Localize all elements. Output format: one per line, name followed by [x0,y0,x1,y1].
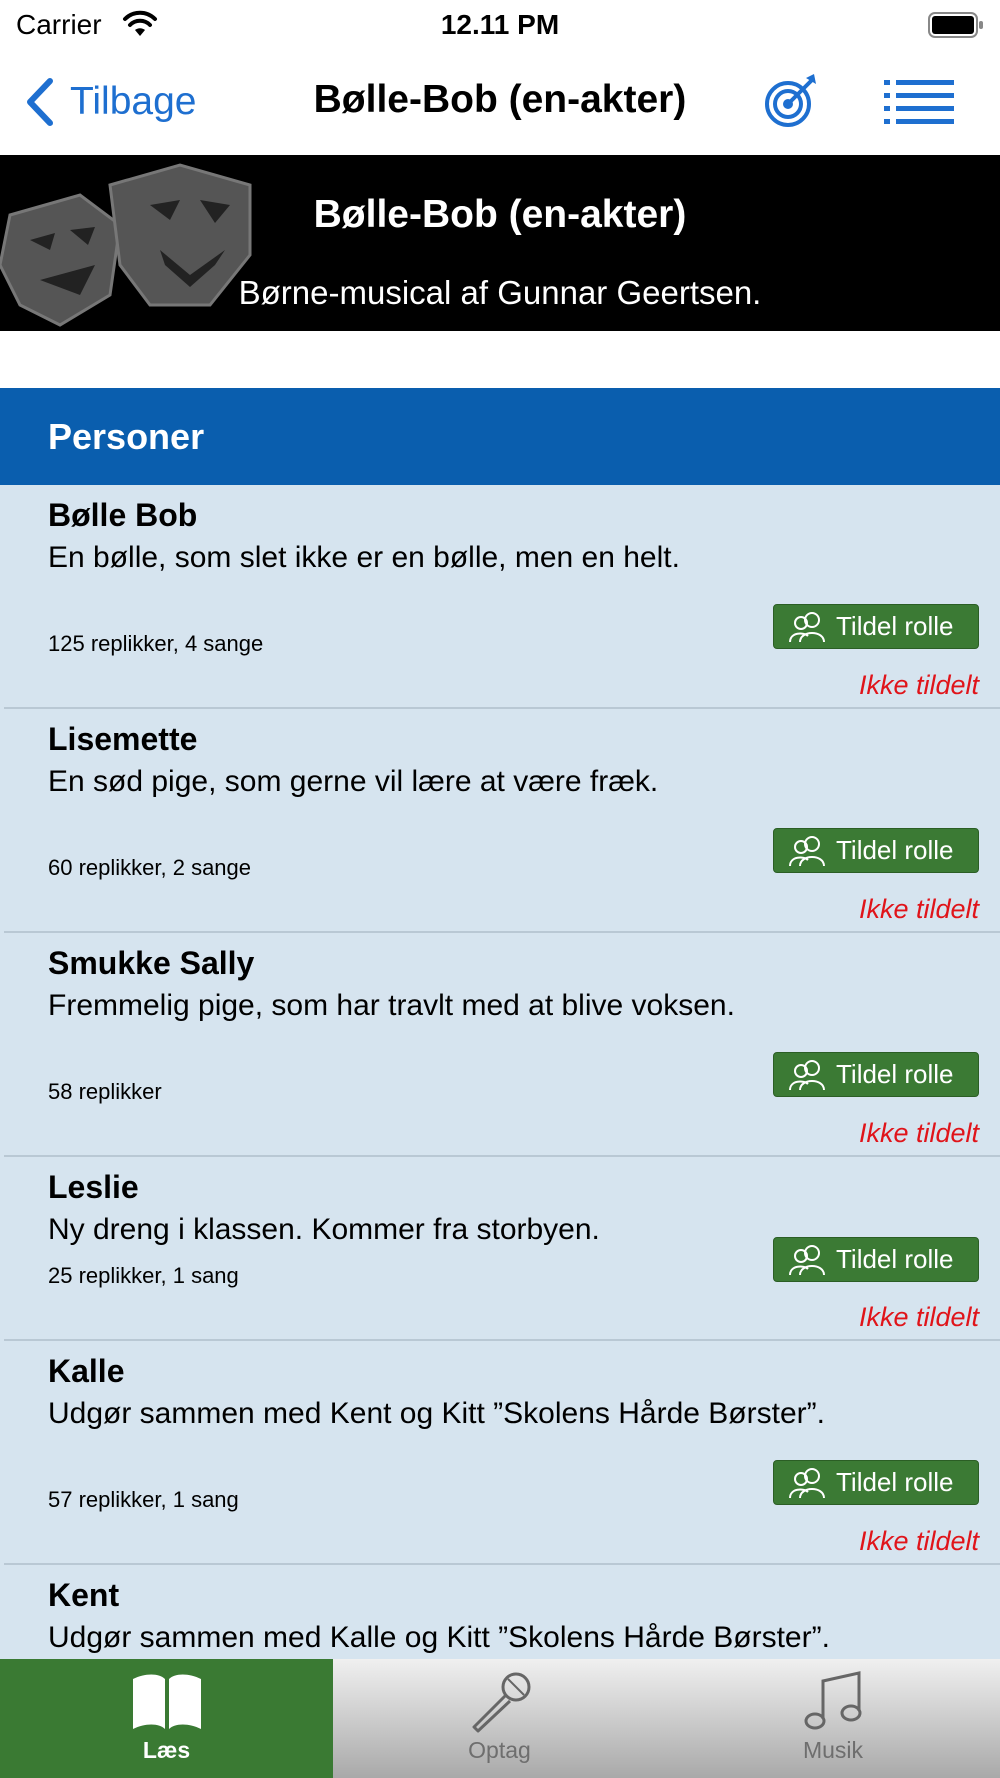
character-name: Smukke Sally [48,945,255,981]
list-icon[interactable] [884,78,954,126]
battery-icon [928,12,983,38]
users-icon [789,611,825,642]
assignment-status: Ikke tildelt [858,1526,979,1556]
list-item[interactable]: Leslie Ny dreng i klassen. Kommer fra st… [0,1157,1000,1341]
tab-label: Læs [142,1737,191,1763]
banner-subtitle: Børne-musical af Gunnar Geertsen. [238,274,762,311]
section-title: Personer [48,416,205,457]
microphone-icon [472,1672,530,1733]
character-stats: 58 replikker [48,1079,162,1104]
play-banner: Bølle-Bob (en-akter) Børne-musical af Gu… [0,155,1000,331]
back-button-label: Tilbage [70,80,197,123]
assignment-status: Ikke tildelt [858,670,979,700]
assign-role-button[interactable]: Tildel rolle [773,1237,979,1282]
status-bar: Carrier 12.11 PM [0,0,1000,52]
list-item[interactable]: Kalle Udgør sammen med Kent og Kitt ”Sko… [0,1341,1000,1565]
list-item[interactable]: Smukke Sally Fremmelig pige, som har tra… [0,933,1000,1157]
book-icon [132,1674,201,1729]
character-description: Fremmelig pige, som har travlt med at bl… [48,989,735,1022]
status-time: 12.11 PM [440,9,560,40]
tab-label: Optag [468,1737,531,1763]
banner-title: Bølle-Bob (en-akter) [313,193,687,236]
tab-read[interactable]: Læs [0,1659,333,1778]
character-list: Bølle Bob En bølle, som slet ikke er en … [0,485,1000,1659]
character-description: En sød pige, som gerne vil lære at være … [48,765,659,798]
page-title: Bølle-Bob (en-akter) [313,78,687,121]
character-name: Bølle Bob [48,497,198,533]
character-stats: 25 replikker, 1 sang [48,1263,239,1288]
character-stats: 125 replikker, 4 sange [48,631,264,656]
assignment-status: Ikke tildelt [858,894,979,924]
assign-role-button[interactable]: Tildel rolle [773,604,979,649]
assign-role-label: Tildel rolle [836,1244,954,1274]
character-description: Ny dreng i klassen. Kommer fra storbyen. [48,1213,600,1246]
tab-bar: Læs Optag Musik [0,1659,1000,1778]
assign-role-button[interactable]: Tildel rolle [773,828,979,873]
users-icon [789,1244,825,1275]
list-item[interactable]: Kent Udgør sammen med Kalle og Kitt ”Sko… [0,1565,1000,1659]
character-description: Udgør sammen med Kalle og Kitt ”Skolens … [48,1621,830,1654]
character-description: En bølle, som slet ikke er en bølle, men… [48,541,680,574]
tab-music[interactable]: Musik [666,1659,1000,1778]
assign-role-label: Tildel rolle [836,1059,954,1089]
assign-role-button[interactable]: Tildel rolle [773,1052,979,1097]
character-stats: 60 replikker, 2 sange [48,855,252,880]
users-icon [789,1467,825,1498]
assignment-status: Ikke tildelt [858,1118,979,1148]
users-icon [789,1059,825,1090]
navigation-bar: Tilbage Bølle-Bob (en-akter) [0,52,1000,154]
character-name: Kent [48,1577,120,1613]
tab-record[interactable]: Optag [333,1659,666,1778]
character-name: Kalle [48,1353,125,1389]
assign-role-label: Tildel rolle [836,835,954,865]
assignment-status: Ikke tildelt [858,1302,979,1332]
assign-role-button[interactable]: Tildel rolle [773,1460,979,1505]
character-name: Lisemette [48,721,198,757]
tab-label: Musik [802,1737,864,1763]
users-icon [789,835,825,866]
character-description: Udgør sammen med Kent og Kitt ”Skolens H… [48,1397,825,1430]
list-item[interactable]: Bølle Bob En bølle, som slet ikke er en … [0,485,1000,709]
list-item[interactable]: Lisemette En sød pige, som gerne vil lær… [0,709,1000,933]
chevron-left-icon [27,78,53,126]
back-button[interactable]: Tilbage [24,72,196,132]
character-name: Leslie [48,1169,139,1205]
section-header: Personer [0,388,1000,485]
character-stats: 57 replikker, 1 sang [48,1487,239,1512]
music-note-icon [804,1671,862,1730]
assign-role-label: Tildel rolle [836,611,954,641]
target-icon[interactable] [762,72,820,130]
assign-role-label: Tildel rolle [836,1467,954,1497]
